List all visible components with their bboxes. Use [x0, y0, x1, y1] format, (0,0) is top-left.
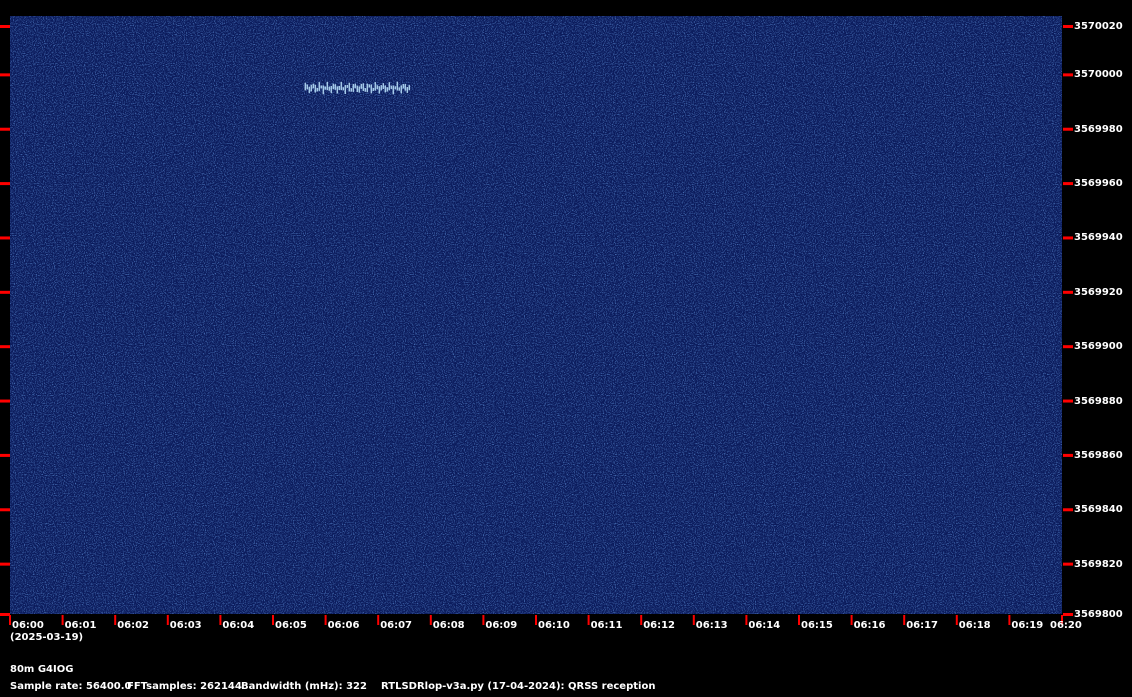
x-tick-label: 06:13 [695, 620, 728, 631]
x-tick-label: 06:05 [275, 620, 307, 631]
x-tick-mark [903, 615, 906, 625]
x-tick-mark [692, 615, 695, 625]
x-tick-label: 06:16 [853, 620, 886, 631]
x-tick-label: 06:07 [380, 620, 413, 631]
x-tick-label: 06:08 [432, 620, 465, 631]
y-tick-mark-right [1063, 236, 1073, 240]
x-tick-mark [535, 615, 537, 625]
y-tick-label: 3569920 [1074, 286, 1123, 298]
software-label: RTLSDRlop-v3a.py (17-04-2024): QRSS rece… [381, 681, 656, 692]
y-tick-mark-left [0, 562, 10, 566]
x-tick-mark [798, 615, 800, 625]
y-tick-mark-right [1063, 508, 1073, 512]
y-tick-mark-right [1063, 345, 1073, 349]
x-tick-label: 06:01 [64, 620, 97, 631]
y-tick-mark-right [1063, 73, 1073, 77]
x-tick-mark [324, 615, 327, 625]
x-tick-label: 06:15 [801, 620, 833, 631]
x-tick-mark [166, 615, 169, 625]
y-tick-label: 3570000 [1074, 69, 1123, 81]
y-tick-label: 3569960 [1074, 178, 1123, 190]
x-tick-mark [61, 615, 64, 625]
x-tick-label: 06:10 [538, 620, 570, 631]
x-tick-label: 06:03 [169, 620, 202, 631]
x-date-label: (2025-03-19) [10, 632, 84, 643]
x-tick-label: 06:09 [485, 620, 518, 631]
y-tick-mark-left [0, 345, 10, 349]
x-tick-label: 06:19 [1011, 620, 1044, 631]
x-tick-label: 06:02 [117, 620, 150, 631]
y-tick-mark-right [1063, 290, 1073, 294]
y-tick-label: 3569860 [1074, 449, 1123, 461]
y-tick-mark-left [0, 613, 10, 616]
x-tick-label: 06:12 [643, 620, 676, 631]
y-tick-label: 3570020 [1074, 21, 1123, 32]
y-tick-mark-left [0, 399, 10, 403]
x-tick-mark [955, 615, 958, 625]
x-tick-label: 06:11 [590, 620, 623, 631]
y-tick-mark-left [0, 453, 10, 457]
x-tick-label: 06:00 [12, 620, 44, 631]
x-tick-mark [114, 615, 117, 625]
x-tick-mark [377, 615, 380, 625]
y-tick-mark-right [1063, 613, 1073, 616]
y-tick-label: 3569840 [1074, 504, 1123, 516]
fft-samples-label: FFTsamples: 262144 [127, 681, 242, 692]
y-tick-mark-left [0, 25, 10, 28]
x-tick-label: 06:06 [327, 620, 360, 631]
spectrogram-chart [0, 16, 1073, 625]
y-tick-label: 3569800 [1074, 609, 1123, 620]
y-tick-label: 3569820 [1074, 558, 1123, 570]
x-tick-mark [1008, 615, 1011, 625]
y-tick-mark-right [1063, 182, 1073, 186]
bandwidth-label: Bandwidth (mHz): 322 [241, 681, 367, 692]
spectrogram-noise [10, 16, 1062, 614]
sample-rate-label: Sample rate: 56400.0 [10, 681, 132, 692]
station-label: 80m G4IOG [10, 664, 74, 675]
x-tick-label: 06:20 [1050, 620, 1082, 631]
x-tick-label: 06:04 [222, 620, 255, 631]
y-tick-mark-left [0, 73, 10, 77]
x-tick-label: 06:17 [906, 620, 939, 631]
y-tick-label: 3569880 [1074, 395, 1123, 407]
x-tick-mark [482, 615, 485, 625]
x-tick-label: 06:14 [748, 620, 781, 631]
y-tick-mark-left [0, 290, 10, 294]
x-tick-mark [640, 615, 643, 625]
y-tick-mark-right [1063, 399, 1073, 403]
y-tick-label: 3569980 [1074, 123, 1123, 135]
x-tick-label: 06:18 [958, 620, 991, 631]
x-tick-mark [429, 615, 432, 625]
x-tick-mark [272, 615, 274, 625]
y-tick-label: 3569940 [1074, 232, 1123, 244]
y-tick-mark-right [1063, 562, 1073, 566]
y-tick-mark-right [1063, 127, 1073, 131]
x-tick-mark [745, 615, 748, 625]
y-tick-mark-left [0, 182, 10, 186]
x-tick-mark [9, 615, 11, 625]
x-tick-mark [219, 615, 222, 625]
y-tick-mark-left [0, 508, 10, 512]
y-tick-mark-right [1063, 25, 1073, 28]
y-tick-label: 3569900 [1074, 341, 1123, 353]
y-tick-mark-left [0, 236, 10, 240]
x-tick-mark [587, 615, 590, 625]
x-tick-mark [850, 615, 853, 625]
y-tick-mark-left [0, 127, 10, 131]
y-tick-mark-right [1063, 453, 1073, 457]
